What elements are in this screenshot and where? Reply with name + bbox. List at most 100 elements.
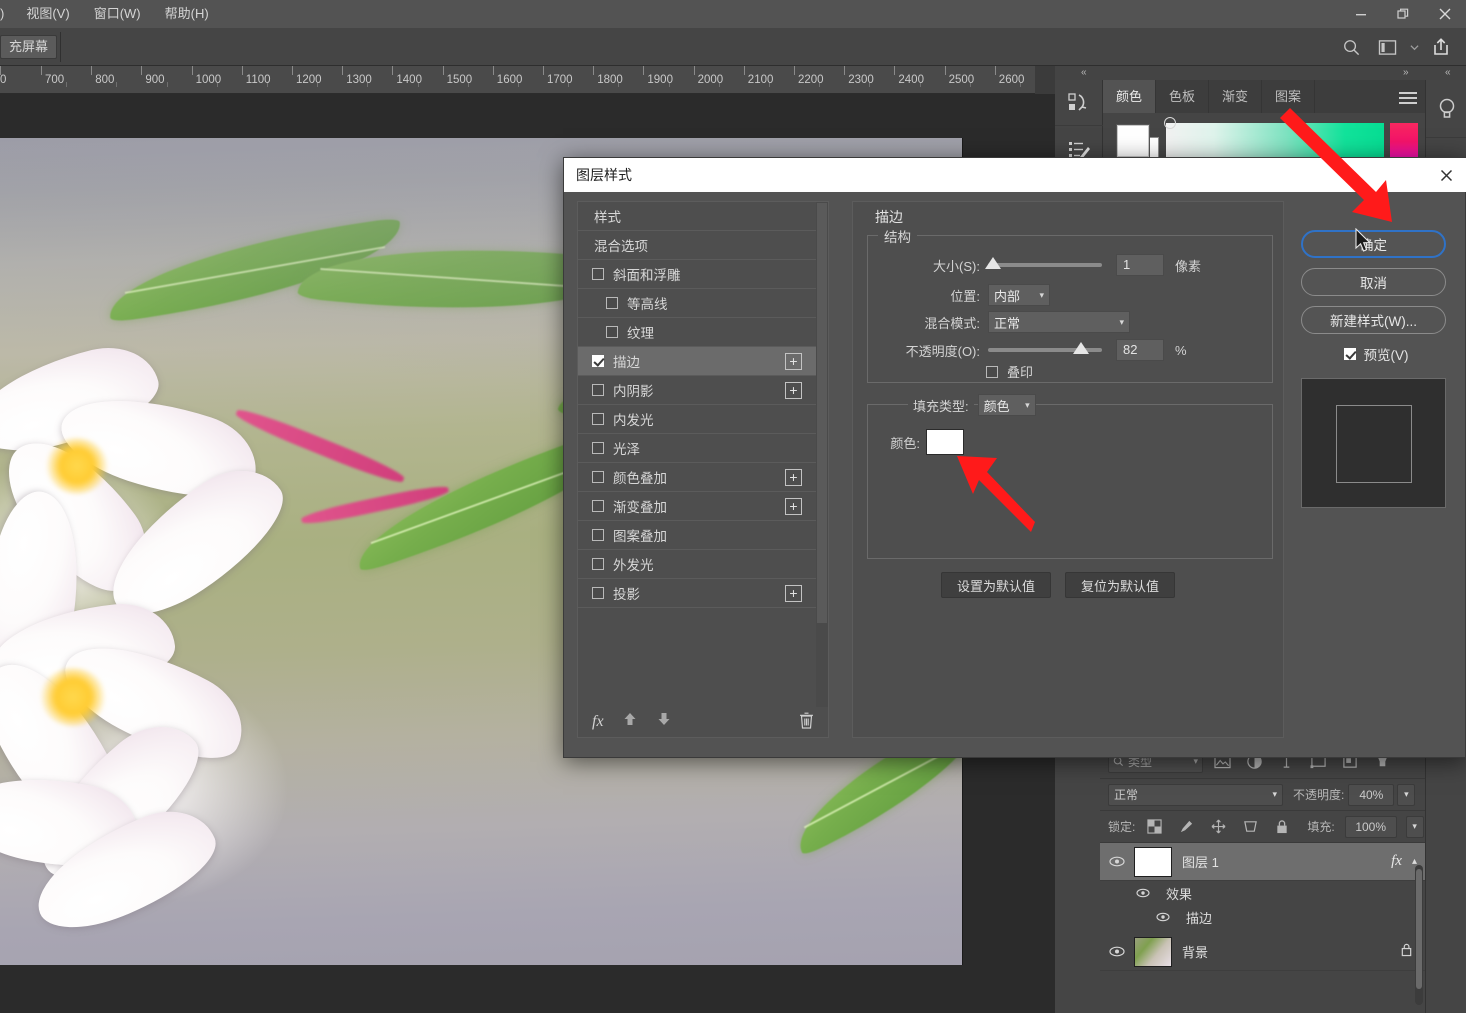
close-icon[interactable] (1425, 158, 1466, 192)
opacity-slider-knob[interactable] (1073, 342, 1089, 354)
effect-checkbox[interactable] (592, 587, 604, 599)
effect-checkbox[interactable] (606, 326, 618, 338)
effect-checkbox[interactable] (592, 471, 604, 483)
fx-menu-icon[interactable]: fx (592, 713, 604, 731)
cancel-button[interactable]: 取消 (1301, 268, 1446, 296)
collapse-right-rail-icon[interactable]: « (1445, 67, 1451, 78)
reset-default-button[interactable]: 复位为默认值 (1065, 572, 1175, 598)
effects-list-scrollbar[interactable] (816, 202, 828, 707)
opacity-stepper[interactable]: ▾ (1397, 783, 1416, 806)
layer-thumbnail[interactable] (1134, 936, 1172, 967)
workspace-icon[interactable] (1370, 32, 1404, 62)
tab-gradients[interactable]: 渐变 (1209, 80, 1263, 113)
share-icon[interactable] (1424, 32, 1458, 62)
horizontal-ruler[interactable]: 0 700 800 900 1000 1100 1200 1300 1400 1500 1600 17… (0, 66, 1035, 94)
effect-row-outer-glow[interactable]: 外发光 (578, 550, 818, 579)
dialog-title-bar[interactable]: 图层样式 (564, 158, 1466, 192)
table-row[interactable]: 图层 1 fx ▴ (1100, 843, 1425, 881)
effect-row-blending-options[interactable]: 混合选项 (578, 231, 818, 260)
tab-patterns[interactable]: 图案 (1262, 80, 1316, 113)
position-select[interactable]: 内部 ▾ (988, 284, 1050, 306)
size-slider-knob[interactable] (985, 257, 1001, 269)
effect-checkbox[interactable] (592, 384, 604, 396)
layer-visibility-icon[interactable] (1100, 856, 1134, 867)
effect-row-drop-shadow[interactable]: 投影 + (578, 579, 818, 608)
minimize-icon[interactable] (1340, 0, 1382, 28)
menu-item-help[interactable]: 帮助(H) (153, 0, 221, 28)
effect-row-bevel-emboss[interactable]: 斜面和浮雕 (578, 260, 818, 289)
effect-row-stroke[interactable]: 描边 + (578, 347, 818, 376)
paint-lock-icon[interactable] (1173, 815, 1199, 839)
fill-type-select[interactable]: 颜色 ▾ (977, 394, 1036, 416)
collapse-left-icon[interactable]: « (1081, 67, 1087, 78)
effect-visibility-icon[interactable] (1100, 912, 1178, 922)
dock-collapse-bar[interactable]: « » « (1055, 66, 1466, 80)
blend-mode-select[interactable]: 正常 ▾ (988, 311, 1130, 333)
collapse-right-icon[interactable]: » (1403, 67, 1409, 78)
effect-row-contour[interactable]: 等高线 (578, 289, 818, 318)
close-icon[interactable] (1424, 0, 1466, 28)
opacity-input[interactable]: 82 (1116, 339, 1164, 361)
effect-checkbox[interactable] (592, 355, 604, 367)
fill-value-box[interactable]: 100% (1344, 815, 1397, 838)
chevron-down-icon[interactable] (1406, 32, 1422, 62)
overprint-checkbox[interactable] (986, 365, 998, 378)
effect-checkbox[interactable] (592, 529, 604, 541)
screen-mode-button[interactable]: 充屏幕 (0, 35, 58, 59)
artboard-lock-icon[interactable] (1237, 815, 1263, 839)
size-slider[interactable] (985, 257, 1102, 269)
effect-row-satin[interactable]: 光泽 (578, 434, 818, 463)
adjustments-panel-icon[interactable] (1426, 80, 1466, 138)
set-default-button[interactable]: 设置为默认值 (941, 572, 1051, 598)
effect-checkbox[interactable] (592, 268, 604, 280)
foreground-color-swatch[interactable] (1117, 125, 1149, 157)
table-row[interactable]: 背景 (1100, 933, 1425, 971)
fill-stepper[interactable]: ▾ (1405, 815, 1424, 838)
trash-icon[interactable] (799, 712, 814, 734)
effect-row-inner-glow[interactable]: 内发光 (578, 405, 818, 434)
effect-row-styles[interactable]: 样式 (578, 202, 818, 231)
move-lock-icon[interactable] (1205, 815, 1231, 839)
effect-checkbox[interactable] (592, 500, 604, 512)
effect-checkbox[interactable] (592, 558, 604, 570)
effects-visibility-icon[interactable] (1100, 888, 1158, 898)
restore-icon[interactable] (1382, 0, 1424, 28)
size-input[interactable]: 1 (1116, 254, 1164, 276)
search-icon[interactable] (1334, 32, 1368, 62)
layers-scrollbar[interactable] (1415, 865, 1423, 1005)
transparency-lock-icon[interactable] (1141, 815, 1167, 839)
list-item[interactable]: 描边 (1100, 905, 1425, 929)
menu-item-window[interactable]: 窗口(W) (82, 0, 153, 28)
add-effect-icon[interactable]: + (785, 585, 802, 602)
preview-row[interactable]: 预览(V) (1301, 344, 1451, 364)
history-panel-icon[interactable] (1055, 80, 1103, 126)
effect-checkbox[interactable] (606, 297, 618, 309)
blend-mode-select[interactable]: 正常 ▾ (1108, 783, 1283, 806)
effect-row-gradient-overlay[interactable]: 渐变叠加 + (578, 492, 818, 521)
stroke-color-swatch[interactable] (926, 429, 964, 455)
tab-swatches[interactable]: 色板 (1156, 80, 1210, 113)
add-effect-icon[interactable]: + (785, 382, 802, 399)
move-down-icon[interactable] (656, 711, 672, 732)
list-item[interactable]: 效果 (1100, 881, 1425, 905)
menu-item-view[interactable]: 视图(V) (14, 0, 81, 28)
all-lock-icon[interactable] (1269, 815, 1295, 839)
preview-checkbox[interactable] (1343, 348, 1356, 360)
new-style-button[interactable]: 新建样式(W)... (1301, 306, 1446, 334)
layer-thumbnail[interactable] (1134, 846, 1172, 877)
opacity-value-box[interactable]: 40% (1348, 783, 1395, 806)
effect-checkbox[interactable] (592, 442, 604, 454)
effect-row-color-overlay[interactable]: 颜色叠加 + (578, 463, 818, 492)
ok-button[interactable]: 确定 (1301, 230, 1446, 258)
add-effect-icon[interactable]: + (785, 469, 802, 486)
add-effect-icon[interactable]: + (785, 498, 802, 515)
effect-row-pattern-overlay[interactable]: 图案叠加 (578, 521, 818, 550)
move-up-icon[interactable] (622, 711, 638, 732)
effect-checkbox[interactable] (592, 413, 604, 425)
opacity-slider[interactable] (988, 342, 1102, 354)
scrollbar-thumb[interactable] (817, 203, 827, 623)
add-effect-icon[interactable]: + (785, 353, 802, 370)
effect-row-inner-shadow[interactable]: 内阴影 + (578, 376, 818, 405)
tab-color[interactable]: 颜色 (1103, 80, 1157, 113)
layer-fx-badge[interactable]: fx (1391, 853, 1402, 870)
